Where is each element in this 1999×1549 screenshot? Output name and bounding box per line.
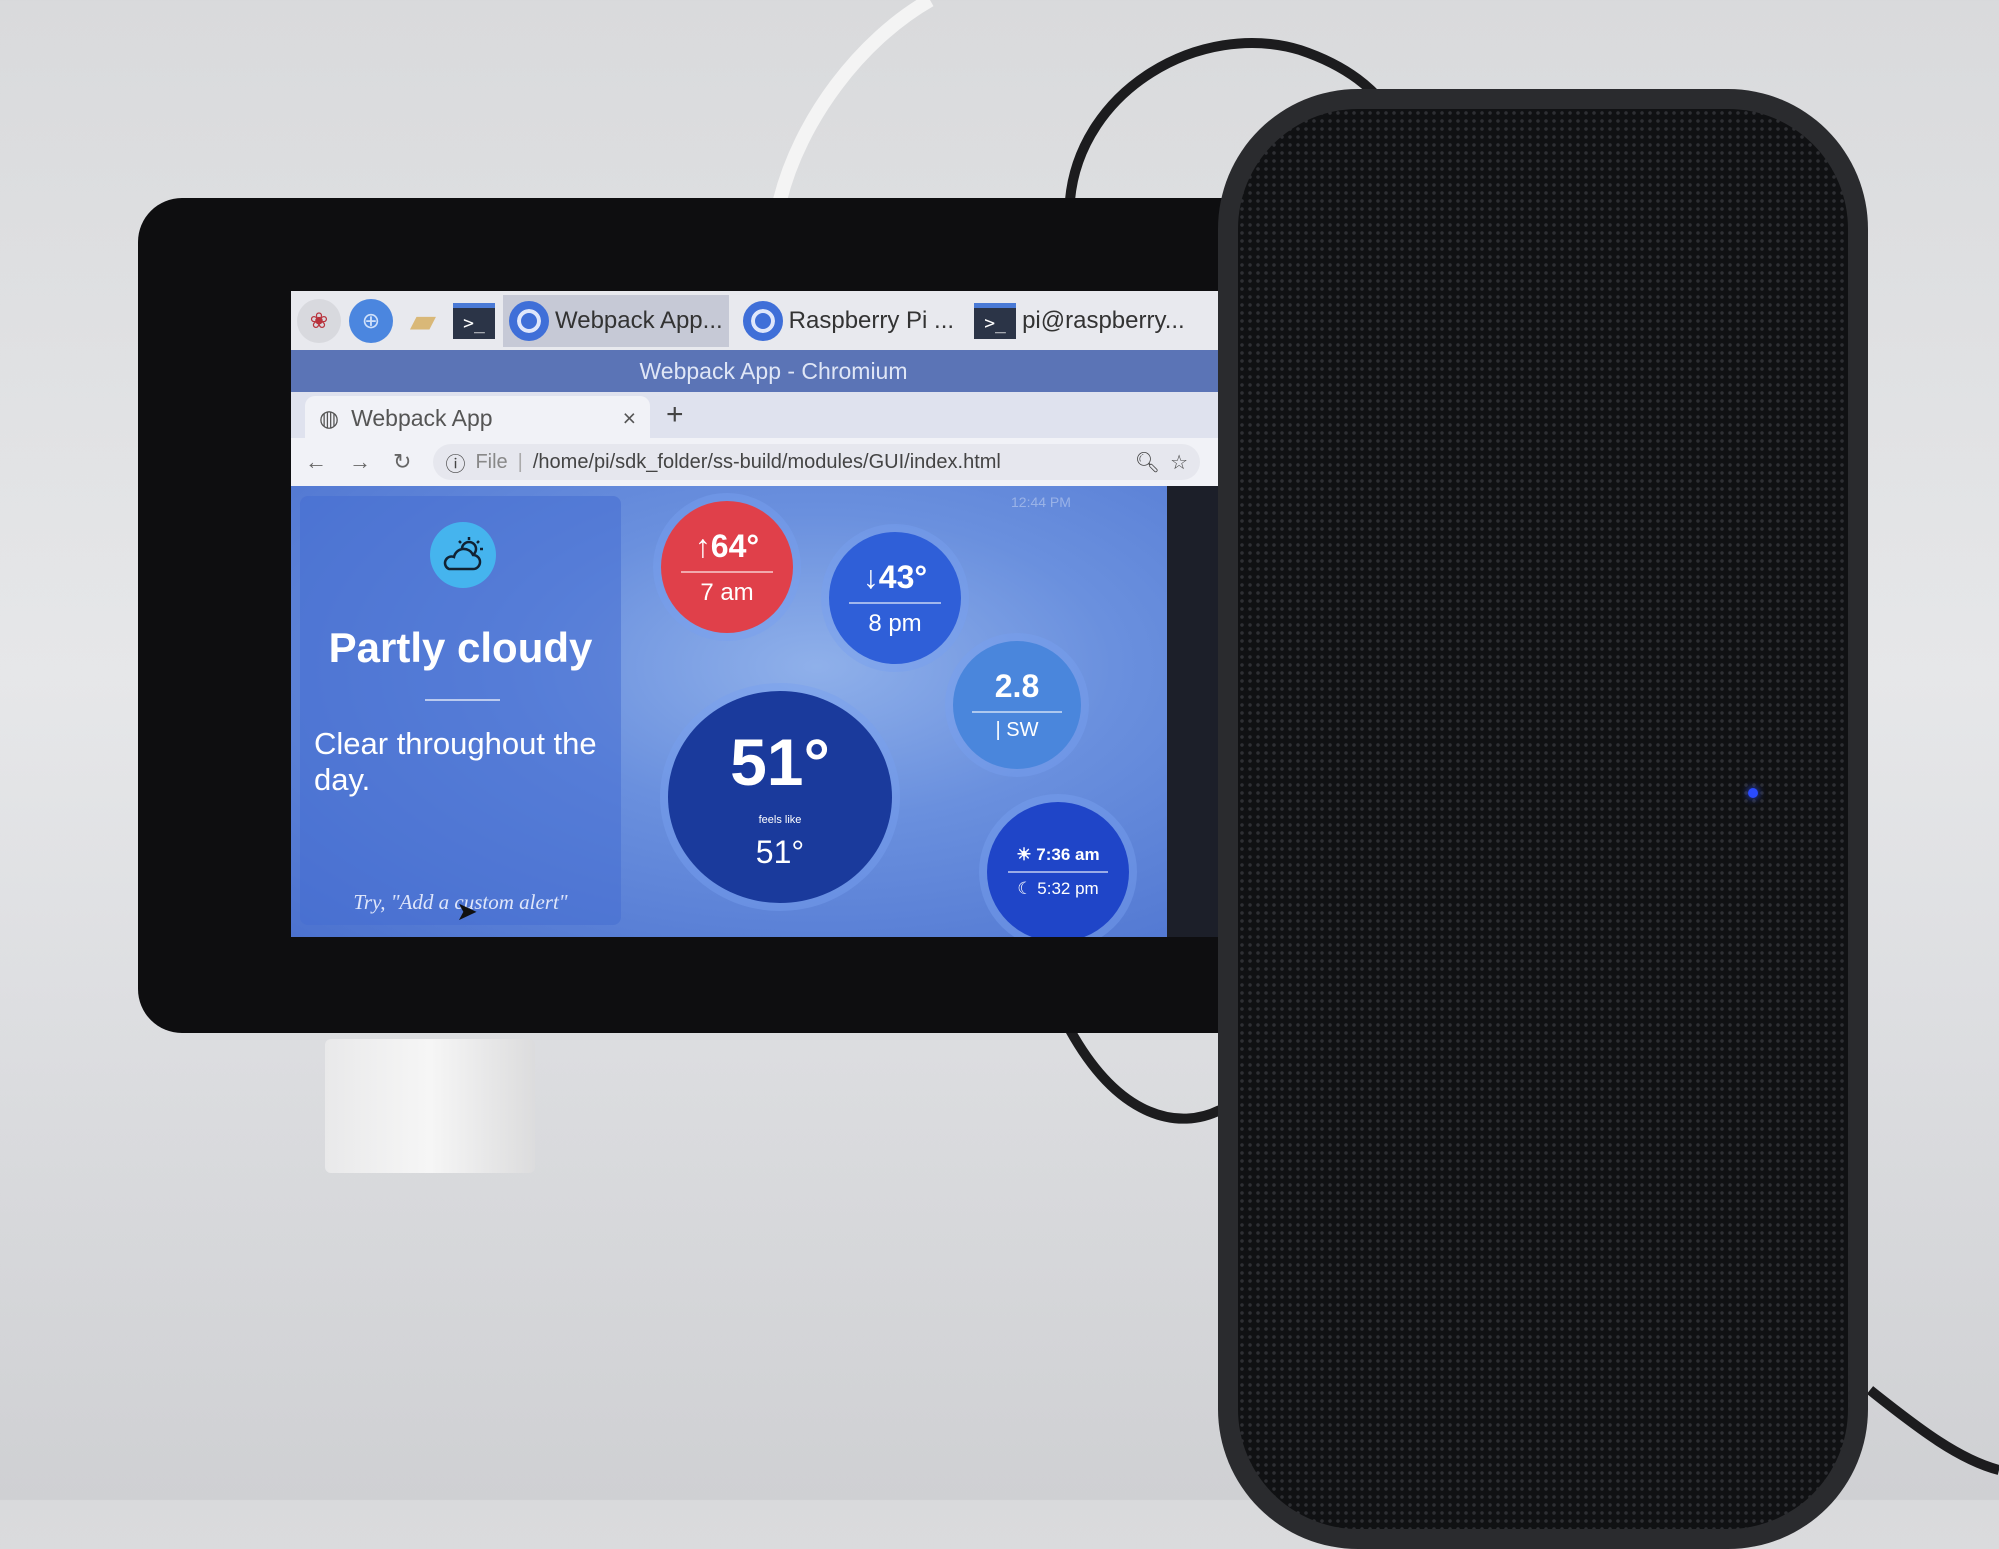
- back-icon[interactable]: ←: [305, 449, 327, 475]
- speaker-grille: [1238, 109, 1848, 1529]
- close-tab-icon[interactable]: ×: [623, 405, 636, 432]
- low-temp-bubble: ↓43° 8 pm: [829, 532, 961, 664]
- screen: ❀ ⊕ ▰ >_ Webpack App... Raspberry Pi ...…: [291, 291, 1256, 937]
- clock: 12:44 PM: [1011, 494, 1071, 510]
- high-temp-time: 7 am: [700, 578, 754, 606]
- task-label: Raspberry Pi ...: [788, 306, 955, 334]
- partly-cloudy-icon: [430, 522, 496, 588]
- tab-strip: ◍ Webpack App × +: [291, 392, 1256, 440]
- task-raspberry-pi[interactable]: Raspberry Pi ...: [737, 295, 960, 347]
- wind-direction: | SW: [995, 719, 1039, 741]
- taskbar: ❀ ⊕ ▰ >_ Webpack App... Raspberry Pi ...…: [291, 291, 1256, 350]
- info-icon: ⓘ: [445, 453, 466, 476]
- condition-title: Partly cloudy: [328, 624, 593, 671]
- file-manager-icon[interactable]: ▰: [401, 299, 445, 343]
- current-temp: 51°: [730, 724, 830, 799]
- condition-description: Clear throughout the day.: [314, 726, 597, 797]
- window-title: Webpack App - Chromium: [291, 350, 1256, 392]
- task-webpack-app[interactable]: Webpack App...: [503, 294, 729, 347]
- new-tab-button[interactable]: +: [666, 398, 684, 432]
- condition-panel: Partly cloudy Clear throughout the day. …: [300, 496, 621, 925]
- divider: [425, 699, 500, 701]
- high-temp: ↑64°: [694, 527, 760, 564]
- web-browser-icon[interactable]: ⊕: [349, 298, 393, 343]
- terminal-icon: >_: [974, 302, 1017, 339]
- speaker: [1218, 89, 1868, 1549]
- sunset-time: ☾ 5:32 pm: [1017, 879, 1099, 898]
- low-temp: ↓43°: [862, 558, 928, 595]
- high-temp-bubble: ↑64° 7 am: [661, 501, 793, 633]
- sun-times-bubble: ☀ 7:36 am ☾ 5:32 pm: [987, 802, 1129, 937]
- feels-like-label: feels like: [758, 813, 802, 826]
- globe-icon: ◍: [319, 404, 340, 431]
- url-input[interactable]: ⓘ File | /home/pi/sdk_folder/ss-build/mo…: [433, 444, 1200, 480]
- tab-webpack-app[interactable]: ◍ Webpack App ×: [305, 396, 650, 440]
- chromium-icon: [742, 300, 783, 341]
- wind-speed: 2.8: [994, 668, 1040, 704]
- mouse-cursor-icon: ➤: [456, 896, 478, 926]
- raspberry-menu-icon[interactable]: ❀: [297, 298, 341, 343]
- bookmark-star-icon[interactable]: ☆: [1170, 450, 1188, 475]
- chromium-icon: [509, 300, 549, 341]
- low-temp-time: 8 pm: [868, 609, 922, 637]
- forward-icon[interactable]: →: [349, 449, 371, 475]
- terminal-icon[interactable]: >_: [453, 302, 495, 339]
- tab-label: Webpack App: [351, 404, 493, 431]
- task-label: Webpack App...: [555, 306, 723, 334]
- task-label: pi@raspberry...: [1022, 306, 1185, 334]
- display-stand: [325, 1039, 535, 1173]
- weather-app: 12:44 PM Partly cloudy Clear throughout …: [291, 486, 1167, 937]
- zoom-icon[interactable]: 🔍︎: [1135, 450, 1160, 475]
- scheme-label: File: [475, 450, 508, 473]
- current-temp-bubble: 51° feels like 51°: [668, 691, 892, 903]
- address-bar-row: ← → ↻ ⓘ File | /home/pi/sdk_folder/ss-bu…: [291, 438, 1256, 486]
- url-text: /home/pi/sdk_folder/ss-build/modules/GUI…: [532, 450, 1001, 473]
- reload-icon[interactable]: ↻: [393, 449, 411, 475]
- feels-like-temp: 51°: [755, 833, 805, 870]
- sunrise-time: ☀ 7:36 am: [1016, 845, 1100, 864]
- task-terminal[interactable]: >_ pi@raspberry...: [968, 295, 1191, 347]
- status-led: [1748, 788, 1758, 798]
- wind-bubble: 2.8 | SW: [953, 641, 1081, 769]
